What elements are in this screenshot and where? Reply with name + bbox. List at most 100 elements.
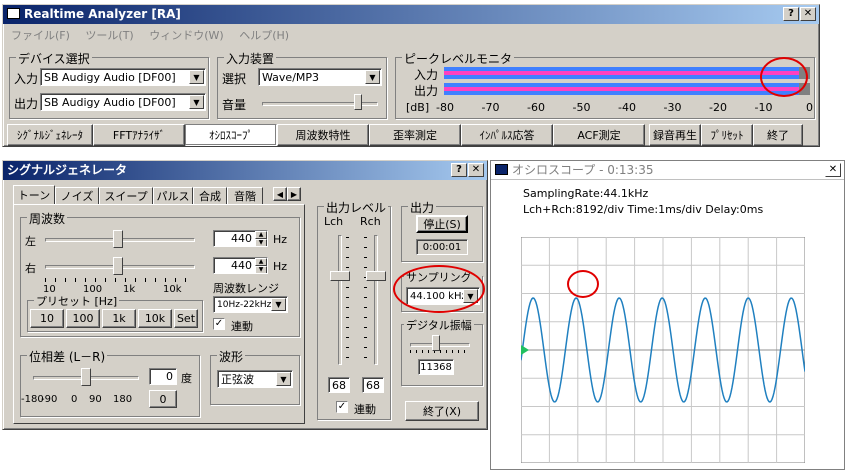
main-title-bar: Realtime Analyzer [RA] xyxy=(3,5,819,24)
wave-highlight-circle xyxy=(567,270,599,298)
siggen-close-button[interactable]: 終了(X) xyxy=(405,401,479,421)
preset-button-2[interactable]: 1k xyxy=(102,309,136,328)
siggen-tab-1[interactable]: ノイズ xyxy=(55,187,99,205)
input-device-value: SB Audigy Audio [DF00] xyxy=(44,70,176,84)
amp-slider[interactable] xyxy=(432,335,440,351)
main-window: Realtime Analyzer [RA] ? ✕ ファイル(F) ツール(T… xyxy=(2,4,820,147)
device-group: デバイス選択 入力 SB Audigy Audio [DF00] ▼ 出力 SB … xyxy=(9,50,209,119)
main-tab-5[interactable]: ｲﾝﾊﾟﾙｽ応答 xyxy=(461,124,553,146)
menu-tools[interactable]: ツール(T) xyxy=(85,29,133,42)
siggen-tab-3[interactable]: パルス xyxy=(153,187,193,205)
lch-value-box[interactable]: 68 xyxy=(328,377,350,393)
menu-help[interactable]: ヘルプ(H) xyxy=(239,29,289,42)
phase-slider[interactable] xyxy=(81,368,91,386)
main-tab-0[interactable]: ｼｸﾞﾅﾙｼﾞｪﾈﾚｰﾀ xyxy=(7,124,93,146)
input-device-select[interactable]: SB Audigy Audio [DF00] ▼ xyxy=(40,68,206,86)
lch-label: Lch xyxy=(324,215,344,228)
lch-slider[interactable] xyxy=(330,271,350,281)
menu-file[interactable]: ファイル(F) xyxy=(11,29,70,42)
range-label: 周波数レンジ xyxy=(213,282,279,295)
amp-group-label: デジタル振幅 xyxy=(404,317,474,333)
main-tab-7[interactable]: 録音再生 xyxy=(649,124,701,146)
peak-meter-output xyxy=(444,83,810,95)
chevron-down-icon[interactable]: ▼ xyxy=(365,70,380,84)
help-button[interactable]: ? xyxy=(783,7,799,21)
peak-out-label: 出力 xyxy=(414,84,439,98)
right-freq-input[interactable]: 440 ▲ ▼ xyxy=(213,257,268,274)
preset-group-label: プリセット [Hz] xyxy=(34,293,120,309)
phase-group: 位相差 (L－R) 0 度 -180 -90 0 90 180 0 xyxy=(20,348,200,417)
tab-scroll-right[interactable]: ▶ xyxy=(287,187,301,201)
chevron-down-icon[interactable]: ▼ xyxy=(189,95,204,109)
elapsed-time-value: 0:00:01 xyxy=(422,241,462,253)
amp-group: デジタル振幅 11368 xyxy=(401,317,483,386)
preset-button-4[interactable]: Set xyxy=(174,309,198,328)
level-link-label: 連動 xyxy=(354,403,376,416)
amp-value-box[interactable]: 11368 xyxy=(418,359,454,375)
output-device-select[interactable]: SB Audigy Audio [DF00] ▼ xyxy=(40,93,206,111)
rch-track xyxy=(374,235,378,365)
stop-button[interactable]: 停止(S) xyxy=(416,215,468,233)
preset-button-0[interactable]: 10 xyxy=(30,309,64,328)
preset-button-3[interactable]: 10k xyxy=(138,309,172,328)
phase-unit: 度 xyxy=(181,372,192,385)
close-icon[interactable]: ✕ xyxy=(800,7,816,21)
siggen-tab-2[interactable]: スイープ xyxy=(99,187,153,205)
io-group: 入力装置 選択 Wave/MP3 ▼ 音量 xyxy=(217,50,387,119)
close-icon[interactable]: ✕ xyxy=(468,163,484,177)
siggen-tab-5[interactable]: 音階 xyxy=(227,187,263,205)
db-label: [dB] xyxy=(406,101,430,114)
left-freq-slider[interactable] xyxy=(113,230,123,248)
rch-slider[interactable] xyxy=(366,271,386,281)
siggen-title: シグナルジェネレータ xyxy=(7,163,128,177)
chevron-down-icon[interactable]: ▼ xyxy=(276,372,291,386)
phase-value: 0 xyxy=(166,370,173,383)
freq-link-checkbox[interactable]: ✓ xyxy=(213,318,225,330)
waveform-select[interactable]: 正弦波 ▼ xyxy=(217,370,293,388)
close-icon[interactable]: ✕ xyxy=(825,163,841,177)
rch-value-box[interactable]: 68 xyxy=(362,377,384,393)
main-title: Realtime Analyzer [RA] xyxy=(24,7,181,21)
chevron-down-icon[interactable]: ▼ xyxy=(271,298,286,311)
preset-button-1[interactable]: 100 xyxy=(66,309,100,328)
volume-slider[interactable] xyxy=(353,94,362,110)
main-tab-9[interactable]: 終了 xyxy=(753,124,803,146)
tab-scroll-left[interactable]: ◀ xyxy=(273,187,287,201)
phase-input[interactable]: 0 xyxy=(149,368,177,385)
help-button[interactable]: ? xyxy=(451,163,467,177)
chevron-down-icon[interactable]: ▼ xyxy=(189,70,204,84)
wave-group: 波形 正弦波 ▼ xyxy=(210,348,300,405)
siggen-tabs: トーン ノイズ スイープ パルス 合成 音階 xyxy=(13,185,313,205)
main-tab-8[interactable]: ﾌﾟﾘｾｯﾄ xyxy=(701,124,753,146)
freq-tick-label: 1k xyxy=(123,284,136,295)
level-group-label: 出力レベル xyxy=(324,199,389,216)
freq-group-label: 周波数 xyxy=(27,210,68,227)
freq-group: 周波数 左 440 ▲ ▼ Hz 右 440 ▲ ▼ Hz 10 100 1k 10k 周波数… xyxy=(20,210,300,337)
menu-window[interactable]: ウィンドウ(W) xyxy=(149,29,223,42)
siggen-tab-4[interactable]: 合成 xyxy=(193,187,227,205)
waveform-value: 正弦波 xyxy=(221,373,254,386)
main-tab-2[interactable]: ｵｼﾛｽｺｰﾌﾟ xyxy=(185,124,277,146)
right-freq-spinner[interactable]: ▲ ▼ xyxy=(255,258,267,273)
right-freq-slider[interactable] xyxy=(113,257,123,275)
preset-group: プリセット [Hz] 10 100 1k 10k Set xyxy=(27,293,203,332)
left-freq-spinner[interactable]: ▲ ▼ xyxy=(255,231,267,246)
peak-out-bars xyxy=(444,83,800,95)
level-link-checkbox[interactable]: ✓ xyxy=(336,401,348,413)
output-device-value: SB Audigy Audio [DF00] xyxy=(44,95,176,109)
main-tab-3[interactable]: 周波数特性 xyxy=(277,124,369,146)
db-tick-label: -20 xyxy=(709,101,727,114)
main-tab-1[interactable]: FFTｱﾅﾗｲｻﾞ xyxy=(93,124,185,146)
main-tab-4[interactable]: 歪率測定 xyxy=(369,124,461,146)
left-freq-input[interactable]: 440 ▲ ▼ xyxy=(213,230,268,247)
amp-value: 11368 xyxy=(420,361,452,373)
right-freq-value: 440 xyxy=(231,259,252,272)
lch-track xyxy=(338,235,342,365)
source-select[interactable]: Wave/MP3 ▼ xyxy=(258,68,382,86)
hz-label: Hz xyxy=(273,260,288,273)
main-tab-6[interactable]: ACF測定 xyxy=(553,124,645,146)
lch-ticks xyxy=(346,237,349,363)
range-select[interactable]: 10Hz-22kHz ▼ xyxy=(213,296,288,313)
siggen-tab-0[interactable]: トーン xyxy=(13,185,55,205)
phase-reset-button[interactable]: 0 xyxy=(149,390,177,408)
